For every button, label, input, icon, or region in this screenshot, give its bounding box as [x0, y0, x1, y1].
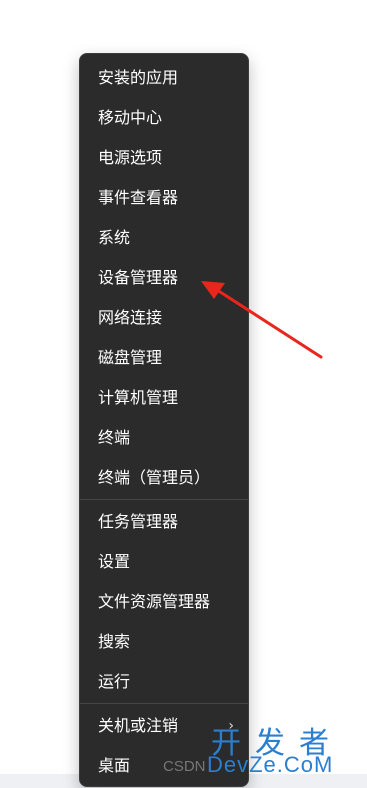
menu-item-search[interactable]: 搜索 [80, 622, 248, 662]
menu-item-event-viewer[interactable]: 事件查看器 [80, 178, 248, 218]
page: 安装的应用 移动中心 电源选项 事件查看器 系统 设备管理器 网络连接 磁盘管理… [0, 0, 367, 788]
menu-separator [80, 703, 248, 704]
csdn-watermark: CSDN [163, 758, 206, 775]
menu-item-computer-management[interactable]: 计算机管理 [80, 378, 248, 418]
menu-item-terminal[interactable]: 终端 [80, 418, 248, 458]
menu-item-network-connections[interactable]: 网络连接 [80, 298, 248, 338]
menu-item-device-manager[interactable]: 设备管理器 [80, 258, 248, 298]
menu-item-power-options[interactable]: 电源选项 [80, 138, 248, 178]
menu-item-installed-apps[interactable]: 安装的应用 [80, 58, 248, 98]
menu-item-file-explorer[interactable]: 文件资源管理器 [80, 582, 248, 622]
winx-context-menu: 安装的应用 移动中心 电源选项 事件查看器 系统 设备管理器 网络连接 磁盘管理… [79, 53, 249, 787]
menu-item-mobility-center[interactable]: 移动中心 [80, 98, 248, 138]
menu-item-label: 关机或注销 [98, 716, 179, 735]
menu-separator [80, 499, 248, 500]
menu-item-terminal-admin[interactable]: 终端（管理员） [80, 458, 248, 498]
menu-item-run[interactable]: 运行 [80, 662, 248, 702]
menu-item-system[interactable]: 系统 [80, 218, 248, 258]
devze-watermark-logo: 开发者 DevZe.CoM [207, 718, 362, 784]
menu-item-task-manager[interactable]: 任务管理器 [80, 502, 248, 542]
watermark-logo-bottom: DevZe.CoM [207, 752, 334, 777]
menu-item-settings[interactable]: 设置 [80, 542, 248, 582]
menu-item-disk-management[interactable]: 磁盘管理 [80, 338, 248, 378]
